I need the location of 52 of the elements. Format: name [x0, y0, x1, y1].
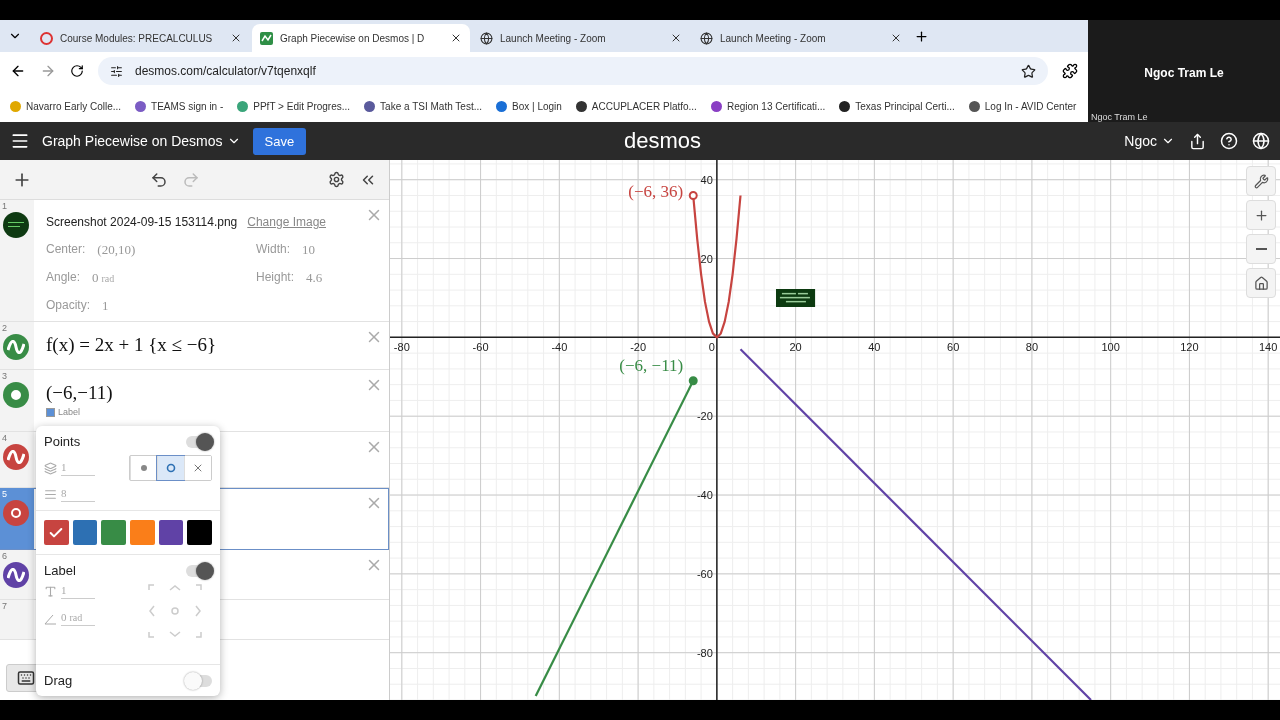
x-tick-label: 100	[1101, 341, 1120, 354]
x-tick-label: -80	[393, 341, 410, 354]
line-number: 4	[2, 433, 7, 443]
field-value: 0 rad	[92, 270, 115, 286]
x-tick-label: 140	[1259, 341, 1278, 354]
line-number: 5	[2, 489, 7, 499]
y-tick-label: -60	[696, 567, 713, 580]
x-tick-label: 0	[708, 341, 715, 354]
x-tick-label: 120	[1180, 341, 1199, 354]
field-value: 10	[302, 242, 315, 258]
line-number: 6	[2, 551, 7, 561]
tab-title: Course Modules: PRECALCULUS	[60, 32, 214, 44]
line-number: 7	[2, 601, 7, 611]
checkbox-label: Label	[58, 407, 81, 417]
line-number: 1	[2, 201, 7, 211]
tab-title: Launch Meeting - Zoom	[500, 32, 607, 44]
y-tick-label: 40	[700, 173, 713, 186]
math-expression: f(x) = 2x + 1 {x ≤ −6}	[46, 334, 217, 355]
math-expression: (−6,−11)	[46, 382, 113, 403]
logo-text: desmos	[624, 128, 702, 154]
point-label: (−6, −11)	[619, 355, 684, 375]
section-title: Label	[44, 563, 76, 578]
section-title: Points	[44, 434, 81, 449]
point-label: (−6, 36)	[628, 182, 684, 202]
x-tick-label: -20	[630, 341, 647, 354]
x-tick-label: -60	[472, 341, 489, 354]
x-tick-label: 20	[789, 341, 802, 354]
field-value: 4.6	[306, 270, 323, 286]
line-number: 3	[2, 371, 7, 381]
line-number: 2	[2, 323, 7, 333]
field-value: (20,10)	[97, 242, 136, 258]
field-label: Center:	[46, 242, 86, 258]
field-label: Opacity:	[46, 298, 90, 314]
participant-name: Ngoc Tram Le	[1144, 66, 1224, 80]
tab-title: Graph Piecewise on Desmos | D	[280, 32, 426, 44]
section-title: Drag	[44, 673, 73, 688]
y-tick-label: 20	[700, 252, 713, 265]
x-tick-label: -40	[551, 341, 568, 354]
field-label: Angle:	[46, 270, 81, 286]
y-tick-label: -80	[696, 646, 713, 659]
field-label: Height:	[256, 270, 295, 286]
x-tick-label: 60	[947, 341, 960, 354]
y-tick-label: -20	[696, 410, 713, 423]
tab-title: Launch Meeting - Zoom	[720, 32, 827, 44]
participant-caption: Ngoc Tram Le	[1091, 112, 1149, 122]
x-tick-label: 40	[868, 341, 881, 354]
field-label: Width:	[256, 242, 290, 258]
url-text: desmos.com/calculator/v7tqenxqlf	[135, 64, 316, 78]
field-value: 1	[102, 298, 109, 314]
x-tick-label: 80	[1025, 341, 1039, 354]
file-name: Screenshot 2024-09-15 153114.png	[46, 215, 238, 229]
y-tick-label: -40	[696, 489, 713, 502]
